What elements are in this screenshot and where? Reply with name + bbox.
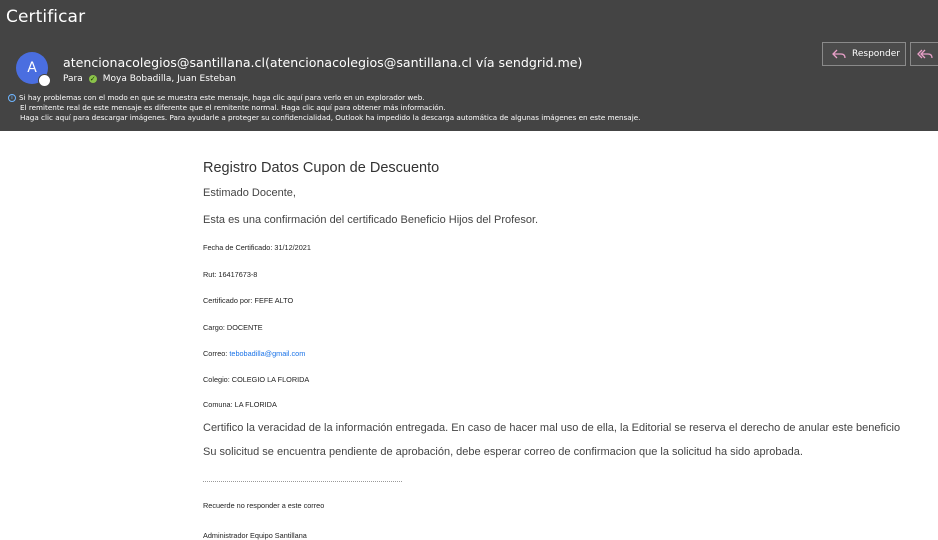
info-line-browser[interactable]: i Si hay problemas con el modo en que se… (8, 93, 640, 103)
correo-label: Correo: (203, 349, 230, 358)
presence-status-icon (38, 74, 51, 87)
recuerde-text: Recuerde no responder a este correo (203, 501, 325, 510)
recipient-row: Para ✓ Moya Bobadilla, Juan Esteban (63, 74, 236, 84)
avatar-letter: A (27, 60, 37, 76)
reply-label: Responder (852, 49, 900, 59)
recipient-name[interactable]: Moya Bobadilla, Juan Esteban (103, 74, 236, 84)
correo-email-link[interactable]: tebobadilla@gmail.com (229, 349, 305, 358)
sender-address[interactable]: atencionacolegios@santillana.cl(atencion… (63, 55, 582, 70)
reply-all-icon (917, 49, 933, 60)
to-label: Para (63, 74, 83, 84)
certifico-text: Certifico la veracidad de la información… (203, 422, 901, 434)
correo-line: Correo: tebobadilla@gmail.com (203, 349, 305, 358)
fecha-text: Fecha de Certificado: 31/12/2021 (203, 243, 311, 252)
separator-line (203, 481, 402, 482)
comuna-text: Comuna: LA FLORIDA (203, 400, 277, 409)
info-icon: i (8, 94, 16, 102)
info-line-sender[interactable]: El remitente real de este mensaje es dif… (8, 103, 640, 113)
body-heading: Registro Datos Cupon de Descuento (203, 160, 440, 176)
certificado-por-text: Certificado por: FEFE ALTO (203, 296, 294, 305)
info-sender-text: El remitente real de este mensaje es dif… (20, 103, 446, 112)
info-bar: i Si hay problemas con el modo en que se… (8, 93, 640, 123)
greeting-text: Estimado Docente, (203, 187, 296, 199)
colegio-text: Colegio: COLEGIO LA FLORIDA (203, 375, 310, 384)
intro-text: Esta es una confirmación del certificado… (203, 214, 539, 226)
rut-text: Rut: 16417673-8 (203, 270, 258, 279)
message-header: Certificar A atencionacolegios@santillan… (0, 0, 938, 131)
message-subject: Certificar (6, 7, 86, 27)
recipient-check-icon: ✓ (88, 75, 97, 83)
info-browser-text: Si hay problemas con el modo en que se m… (19, 93, 425, 102)
reply-icon (832, 49, 846, 60)
reply-button[interactable]: Responder (822, 42, 906, 66)
info-images-text: Haga clic aquí para descargar imágenes. … (20, 113, 641, 122)
pendiente-text: Su solicitud se encuentra pendiente de a… (203, 446, 803, 458)
info-line-images[interactable]: Haga clic aquí para descargar imágenes. … (8, 113, 640, 123)
cargo-text: Cargo: DOCENTE (203, 323, 263, 332)
reply-all-button[interactable] (910, 42, 938, 66)
